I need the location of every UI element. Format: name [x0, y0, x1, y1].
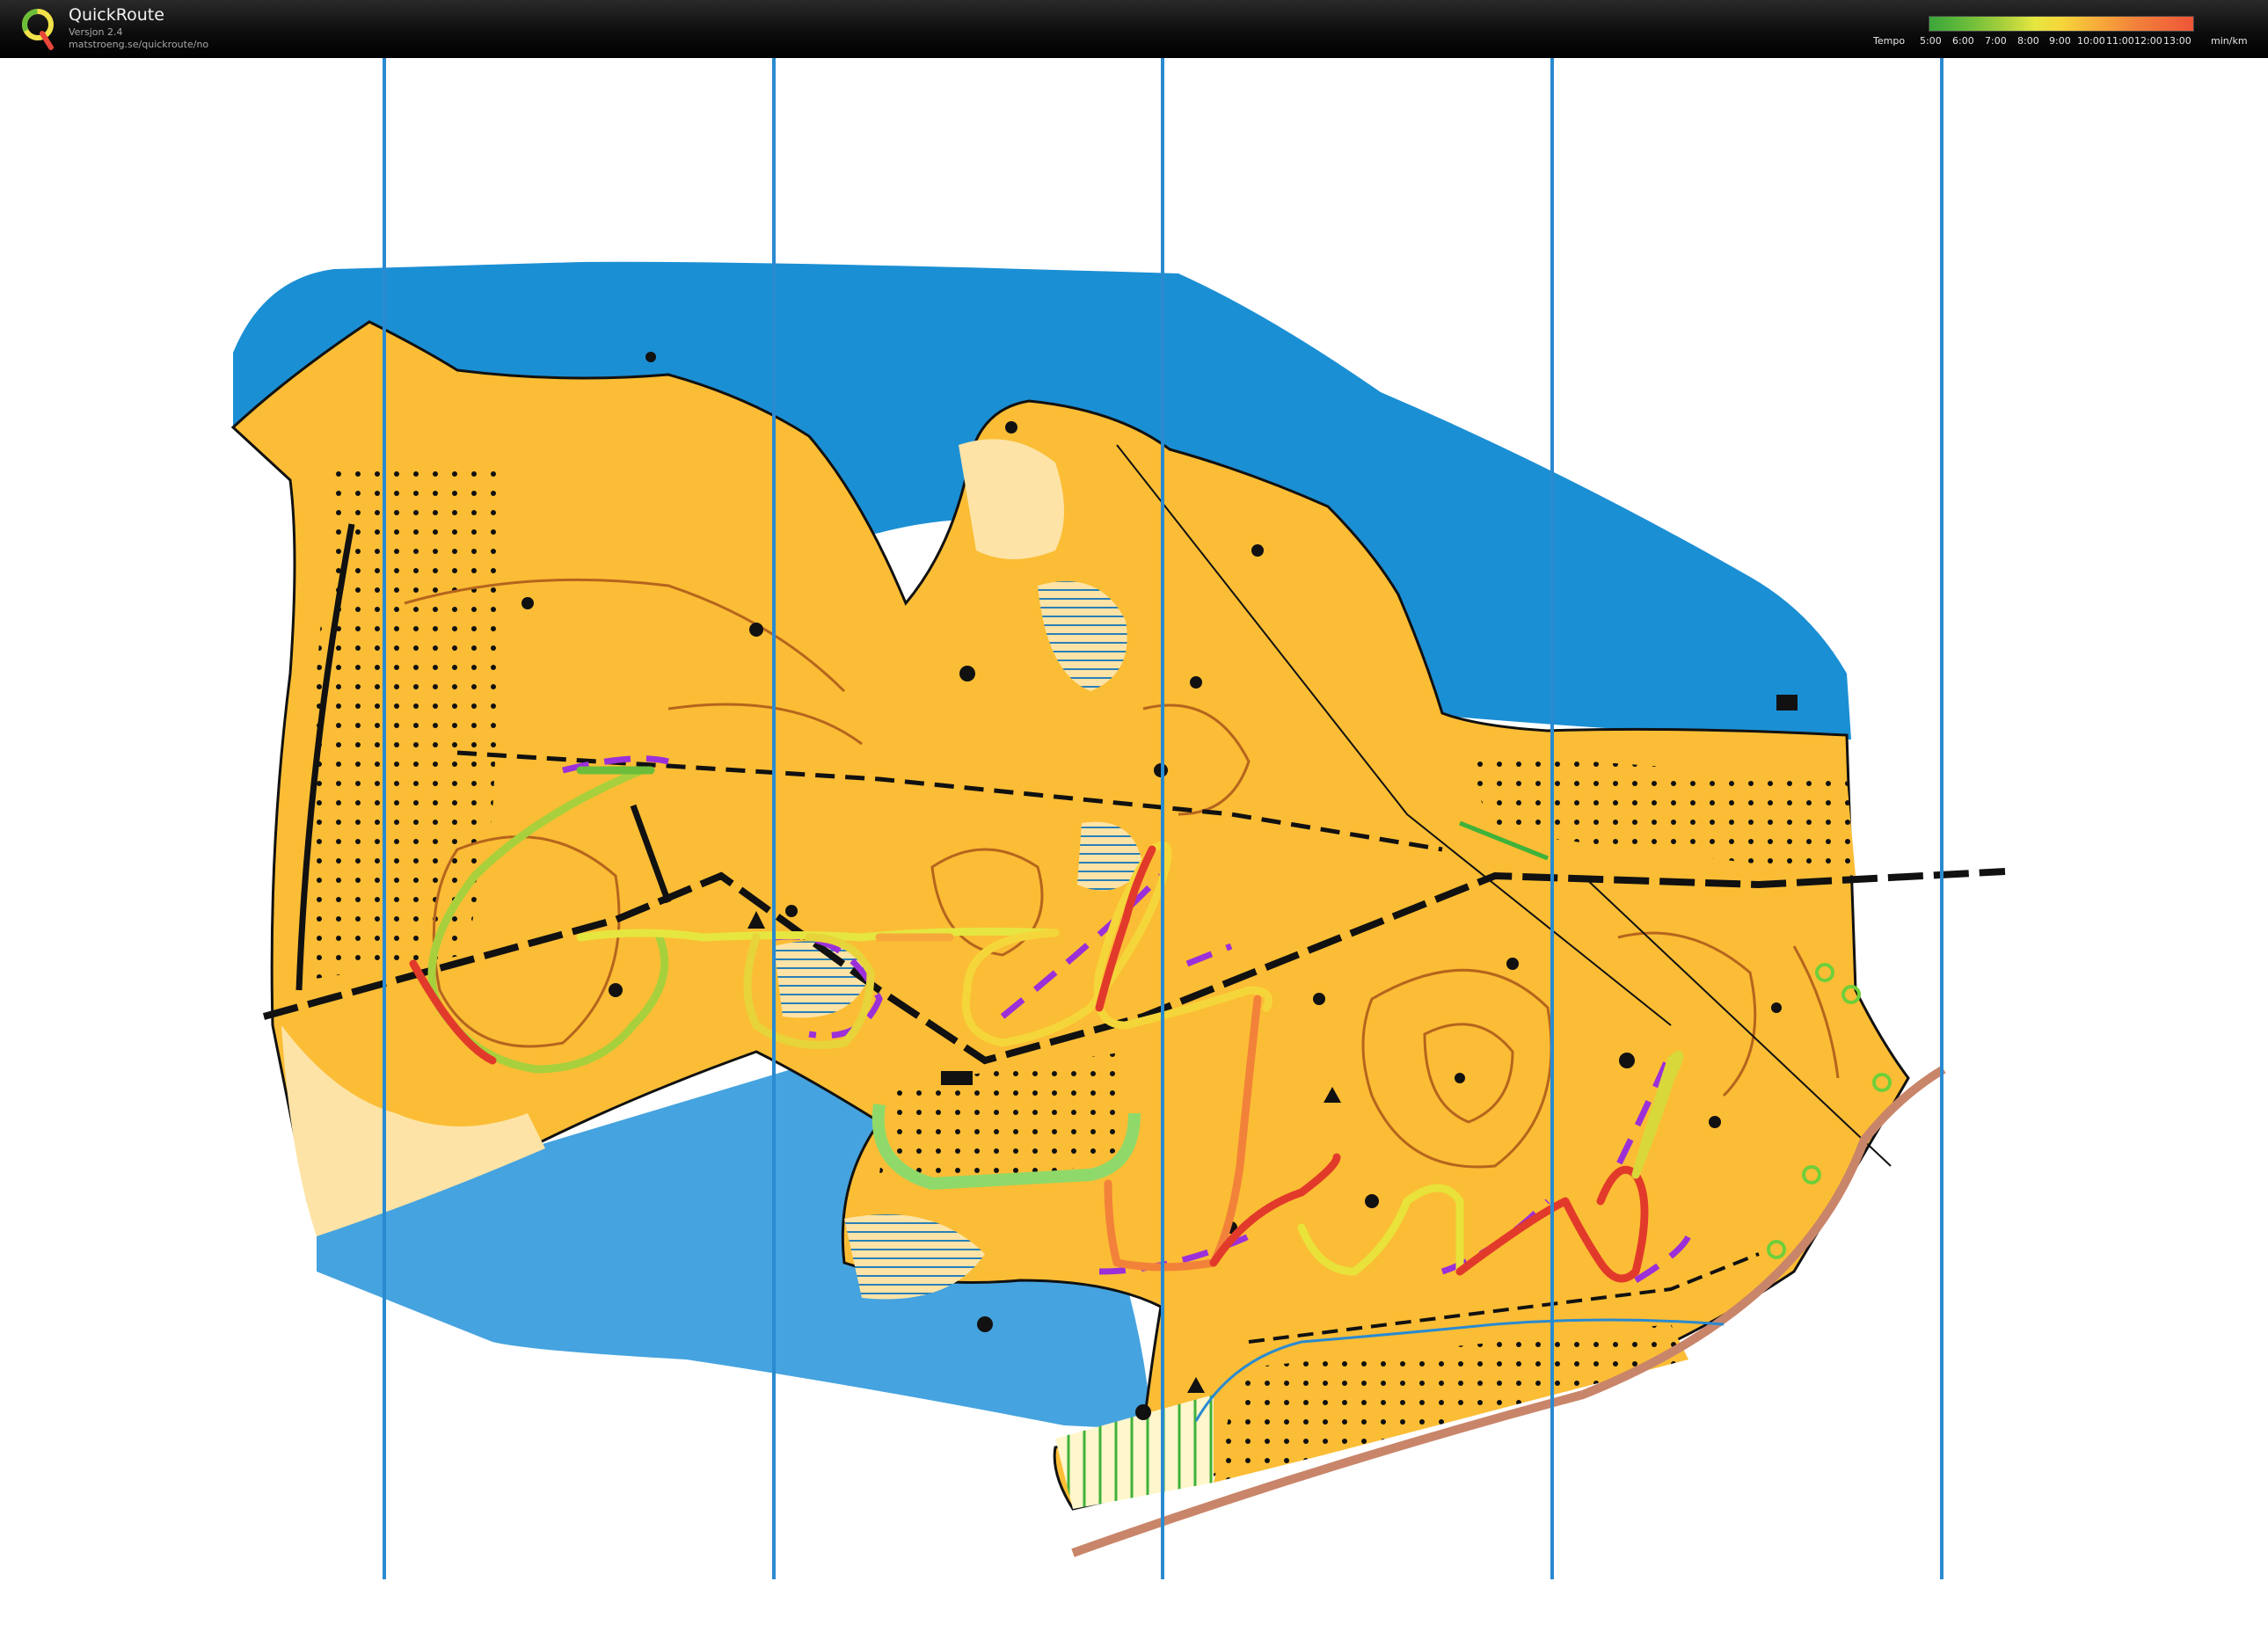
legend-tick: 6:00	[1952, 35, 1974, 47]
legend-unit: min/km	[2211, 35, 2248, 47]
legend-tick: 5:00	[1920, 35, 1942, 47]
legend-color-bar	[1929, 16, 2194, 32]
app-version: Versjon 2.4	[69, 26, 123, 38]
legend-label: Tempo	[1873, 35, 1906, 47]
app-header: QuickRoute Versjon 2.4 matstroeng.se/qui…	[0, 0, 2268, 58]
legend-tick: 10:00	[2077, 35, 2105, 47]
app-title: QuickRoute	[69, 5, 164, 25]
legend-tick: 13:00	[2163, 35, 2191, 47]
app-url: matstroeng.se/quickroute/no	[69, 39, 209, 50]
legend-tick: 11:00	[2106, 35, 2134, 47]
legend-tick: 12:00	[2134, 35, 2162, 47]
legend-tick: 8:00	[2017, 35, 2039, 47]
legend-tick: 9:00	[2049, 35, 2071, 47]
map-canvas	[230, 58, 2006, 1579]
pace-legend: Tempo 5:00 6:00 7:00 8:00 9:00 10:00 11:…	[1873, 14, 2260, 49]
orienteering-map[interactable]	[0, 58, 2268, 1647]
quickroute-logo-icon	[22, 9, 54, 50]
legend-tick: 7:00	[1985, 35, 2007, 47]
